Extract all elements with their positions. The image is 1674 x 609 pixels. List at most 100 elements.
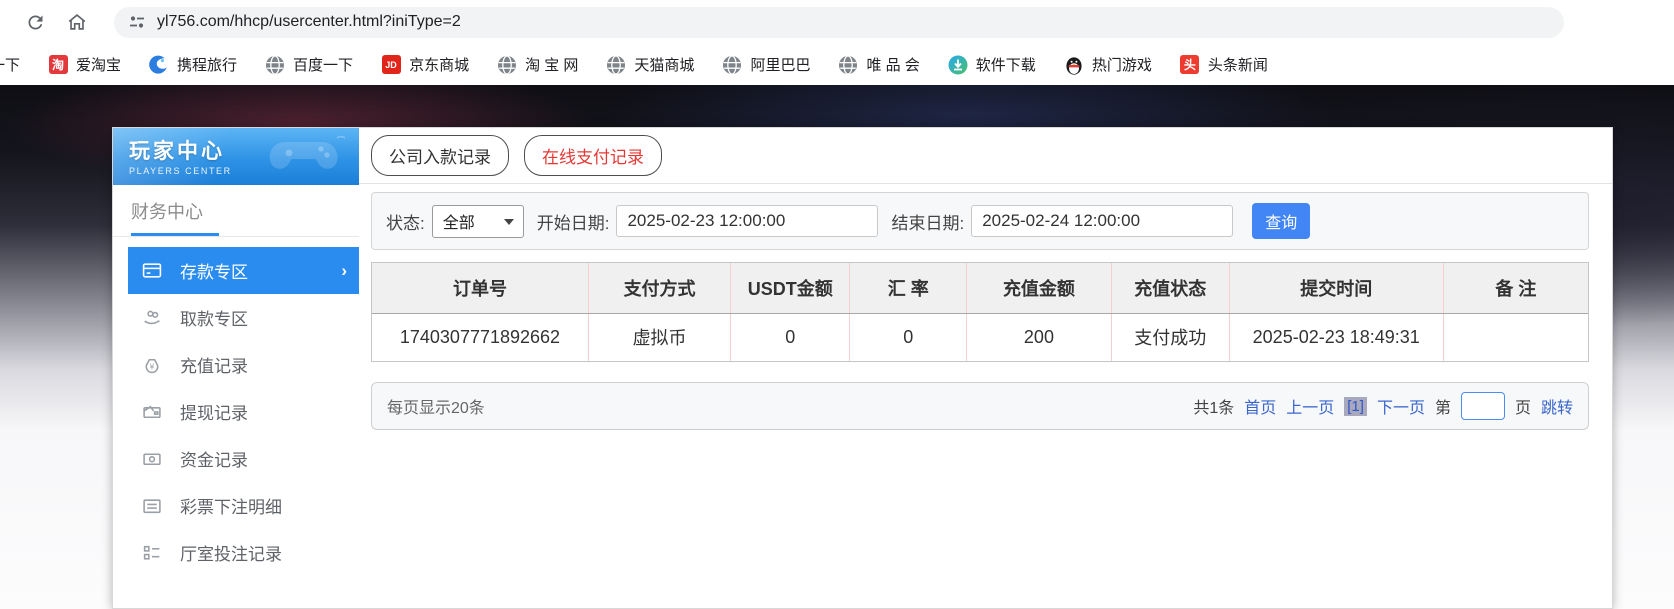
col-exchange-rate: 汇 率 bbox=[849, 263, 967, 314]
main-content: 公司入款记录 在线支付记录 状态: 全部 开始日期: 结束日期: 查询 bbox=[359, 128, 1612, 608]
sidebar-item-label: 取款专区 bbox=[180, 310, 248, 329]
cell-recharge-status: 支付成功 bbox=[1110, 313, 1230, 361]
globe-icon bbox=[497, 54, 517, 75]
sidebar-item-deposit[interactable]: 存款专区 › bbox=[128, 247, 359, 294]
first-page-link[interactable]: 首页 bbox=[1244, 394, 1276, 418]
recharge-record-icon: ¥ bbox=[145, 358, 159, 373]
sidebar-item-hall-bet-record[interactable]: 厅室投注记录 bbox=[128, 529, 359, 576]
sidebar-item-label: 彩票下注明细 bbox=[180, 498, 282, 517]
sidebar-item-funds-record[interactable]: 资金记录 bbox=[128, 435, 359, 482]
sidebar-item-label: 存款专区 bbox=[180, 263, 248, 282]
tab-online-payment-record[interactable]: 在线支付记录 bbox=[524, 135, 662, 176]
software-download-icon bbox=[948, 55, 968, 75]
search-button[interactable]: 查询 bbox=[1252, 203, 1311, 239]
bookmark-label: 淘 宝 网 bbox=[525, 57, 579, 74]
total-count-text: 共1条 bbox=[1193, 400, 1235, 417]
record-tabs: 公司入款记录 在线支付记录 bbox=[359, 128, 1612, 184]
sidebar-item-label: 厅室投注记录 bbox=[180, 545, 282, 564]
bookmark-label: 头条新闻 bbox=[1207, 57, 1268, 74]
player-center-card: 玩家中心 PLAYERS CENTER 财务中心 存款专区 › 取款专区 ¥ 充… bbox=[112, 127, 1613, 609]
jd-icon: JD bbox=[381, 55, 401, 75]
bookmark-label: 软件下载 bbox=[975, 57, 1036, 74]
table-header-row: 订单号 支付方式 USDT金额 汇 率 充值金额 充值状态 提交时间 备 注 bbox=[372, 263, 1588, 314]
bookmark-label: 一下 bbox=[0, 57, 21, 74]
cell-submit-time: 2025-02-23 18:49:31 bbox=[1228, 313, 1444, 361]
next-page-link[interactable]: 下一页 bbox=[1377, 394, 1425, 418]
bookmarks-bar: 一下 淘 爱淘宝 携程旅行 百度一下 JD 京东商城 淘 宝 网 bbox=[0, 44, 1674, 85]
bookmark-item-toutiao[interactable]: 头 头条新闻 bbox=[1166, 50, 1282, 79]
globe-icon bbox=[838, 54, 858, 75]
home-icon bbox=[68, 14, 86, 30]
sidebar-item-cashout-record[interactable]: 提现记录 bbox=[128, 388, 359, 435]
globe-icon bbox=[722, 54, 742, 75]
cell-pay-method: 虚拟币 bbox=[587, 313, 731, 361]
end-date-label: 结束日期: bbox=[891, 213, 965, 233]
jump-action-link[interactable]: 跳转 bbox=[1541, 394, 1573, 418]
bookmark-item-baidu[interactable]: 百度一下 bbox=[251, 50, 367, 79]
bookmark-item-software[interactable]: 软件下载 bbox=[934, 50, 1050, 79]
cell-exchange-rate: 0 bbox=[849, 313, 967, 361]
withdraw-icon bbox=[144, 310, 160, 324]
bookmark-label: 天猫商城 bbox=[634, 57, 695, 74]
jump-prefix-label: 第 bbox=[1434, 400, 1451, 417]
bookmark-label: 爱淘宝 bbox=[76, 57, 122, 74]
bookmark-item-tmall[interactable]: 天猫商城 bbox=[592, 50, 708, 79]
pagination-bar: 每页显示20条 共1条 首页 上一页 [1] 下一页 第 页 跳转 bbox=[371, 382, 1589, 430]
cell-recharge-amount: 200 bbox=[966, 313, 1112, 361]
status-select[interactable]: 全部 bbox=[431, 204, 524, 238]
bookmark-item-vip[interactable]: 唯 品 会 bbox=[824, 50, 933, 79]
sidebar-section: 财务中心 bbox=[113, 185, 359, 237]
bookmark-item-ctrip[interactable]: 携程旅行 bbox=[135, 50, 251, 79]
toutiao-icon: 头 bbox=[1180, 55, 1200, 75]
browser-toolbar: yl756.com/hhcp/usercenter.html?iniType=2 bbox=[0, 0, 1674, 44]
start-date-input[interactable] bbox=[616, 205, 879, 237]
deposit-icon bbox=[142, 262, 162, 278]
cell-remark bbox=[1442, 313, 1588, 361]
bookmark-item-games[interactable]: 热门游戏 bbox=[1050, 50, 1166, 79]
lottery-detail-icon bbox=[143, 498, 161, 513]
sidebar-menu: 存款专区 › 取款专区 ¥ 充值记录 提现记录 资金记录 彩票下注明细 厅室投注… bbox=[113, 237, 359, 576]
col-order-no: 订单号 bbox=[372, 263, 589, 314]
end-date-input[interactable] bbox=[971, 205, 1234, 237]
jump-page-input[interactable] bbox=[1460, 392, 1505, 420]
bookmark-label: 唯 品 会 bbox=[866, 57, 920, 74]
records-table: 订单号 支付方式 USDT金额 汇 率 充值金额 充值状态 提交时间 备 注 1 bbox=[371, 262, 1589, 362]
tab-company-deposit-record[interactable]: 公司入款记录 bbox=[371, 135, 509, 176]
sidebar-item-recharge-record[interactable]: ¥ 充值记录 bbox=[128, 341, 359, 388]
prev-page-link[interactable]: 上一页 bbox=[1286, 394, 1334, 418]
site-settings-icon[interactable] bbox=[128, 13, 146, 31]
col-recharge-status: 充值状态 bbox=[1110, 263, 1230, 314]
current-page-indicator: [1] bbox=[1344, 396, 1367, 416]
ctrip-icon bbox=[149, 54, 169, 75]
reload-button[interactable] bbox=[18, 5, 52, 39]
sidebar-header: 玩家中心 PLAYERS CENTER bbox=[113, 128, 359, 185]
chevron-right-icon: › bbox=[341, 260, 347, 280]
bookmark-item-alibaba[interactable]: 阿里巴巴 bbox=[708, 50, 824, 79]
globe-icon bbox=[265, 54, 285, 75]
cashout-record-icon bbox=[143, 405, 161, 418]
reload-icon bbox=[27, 15, 42, 29]
bookmark-item-partial[interactable]: 一下 bbox=[0, 50, 34, 79]
jump-suffix-label: 页 bbox=[1514, 400, 1531, 417]
hall-bet-icon bbox=[143, 545, 160, 560]
address-bar[interactable]: yl756.com/hhcp/usercenter.html?iniType=2 bbox=[114, 6, 1564, 38]
funds-record-icon bbox=[143, 452, 161, 465]
sidebar: 玩家中心 PLAYERS CENTER 财务中心 存款专区 › 取款专区 ¥ 充… bbox=[113, 128, 359, 608]
penguin-icon bbox=[1064, 55, 1084, 75]
sidebar-item-label: 充值记录 bbox=[180, 357, 248, 376]
url-text[interactable]: yl756.com/hhcp/usercenter.html?iniType=2 bbox=[157, 13, 461, 31]
page-background: 玩家中心 PLAYERS CENTER 财务中心 存款专区 › 取款专区 ¥ 充… bbox=[0, 85, 1674, 609]
sidebar-item-withdraw[interactable]: 取款专区 bbox=[128, 294, 359, 341]
col-submit-time: 提交时间 bbox=[1228, 263, 1444, 314]
svg-text:¥: ¥ bbox=[150, 362, 155, 371]
bookmark-label: 百度一下 bbox=[293, 57, 354, 74]
col-pay-method: 支付方式 bbox=[587, 263, 731, 314]
bookmark-item-aitaobao[interactable]: 淘 爱淘宝 bbox=[34, 50, 135, 79]
col-remark: 备 注 bbox=[1442, 263, 1588, 314]
sidebar-item-lottery-detail[interactable]: 彩票下注明细 bbox=[128, 482, 359, 529]
bookmark-label: 阿里巴巴 bbox=[750, 57, 811, 74]
globe-icon bbox=[606, 54, 626, 75]
bookmark-item-jd[interactable]: JD 京东商城 bbox=[367, 50, 483, 79]
bookmark-item-taobao[interactable]: 淘 宝 网 bbox=[483, 50, 592, 79]
home-button[interactable] bbox=[60, 5, 94, 39]
